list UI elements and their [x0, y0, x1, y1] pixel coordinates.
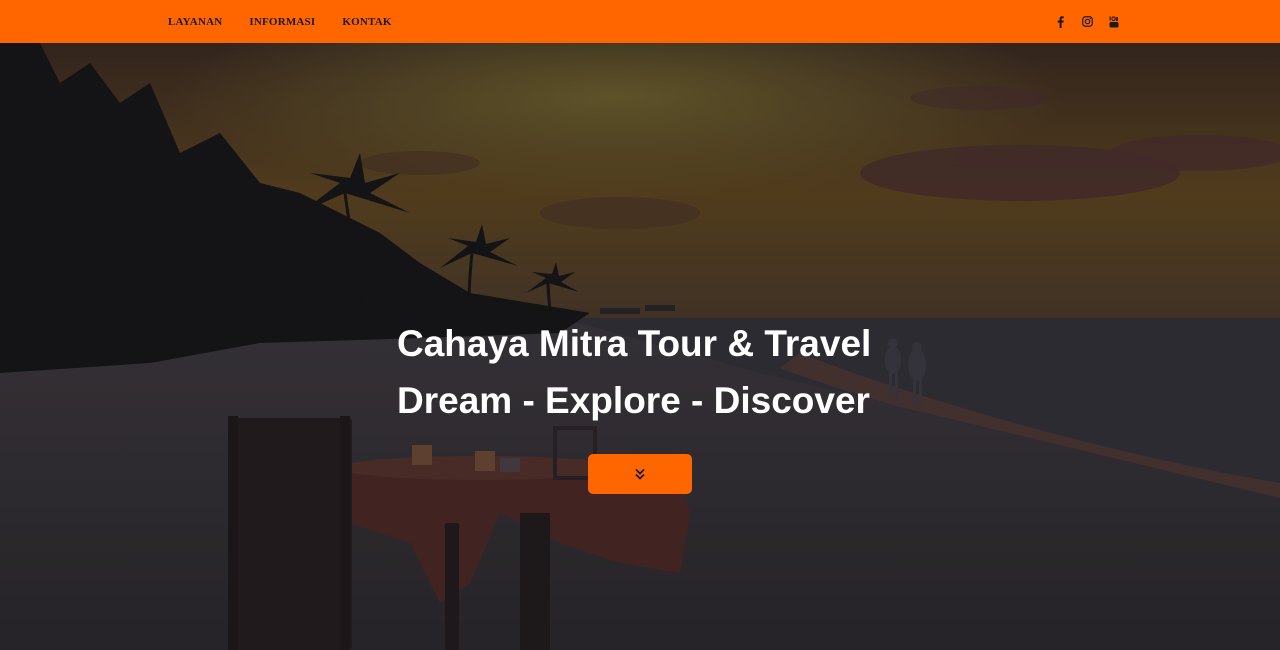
instagram-icon[interactable] — [1081, 16, 1093, 28]
double-chevron-down-icon — [635, 468, 645, 480]
youtube-icon[interactable] — [1108, 16, 1120, 28]
hero-title: Cahaya Mitra Tour & Travel Dream - Explo… — [397, 315, 871, 429]
hero-title-line-1: Cahaya Mitra Tour & Travel — [397, 323, 872, 364]
nav-link-kontak[interactable]: KONTAK — [342, 16, 391, 28]
scroll-down-button[interactable] — [588, 454, 692, 494]
top-navbar: LAYANAN INFORMASI KONTAK — [0, 0, 1280, 43]
nav-link-informasi[interactable]: INFORMASI — [249, 16, 315, 28]
facebook-icon[interactable] — [1054, 15, 1066, 28]
hero-title-line-2: Dream - Explore - Discover — [397, 380, 870, 421]
nav-link-layanan[interactable]: LAYANAN — [168, 16, 222, 28]
social-links — [1039, 0, 1120, 43]
hero-section: Cahaya Mitra Tour & Travel Dream - Explo… — [0, 43, 1280, 650]
nav-menu: LAYANAN INFORMASI KONTAK — [168, 0, 419, 43]
